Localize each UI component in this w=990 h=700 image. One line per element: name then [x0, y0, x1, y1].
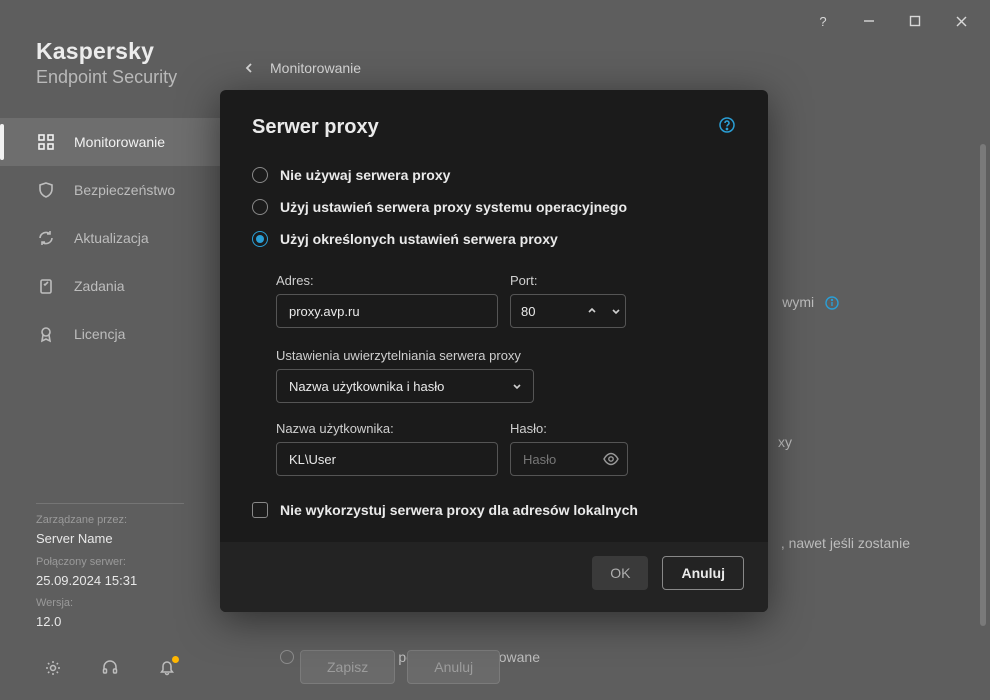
port-input[interactable] — [521, 304, 581, 319]
port-spinner[interactable] — [510, 294, 626, 328]
checkbox-icon — [252, 502, 268, 518]
radio-system-proxy[interactable]: Użyj ustawień serwera proxy systemu oper… — [252, 191, 736, 223]
port-label: Port: — [510, 273, 626, 288]
address-input[interactable] — [276, 294, 498, 328]
password-label: Hasło: — [510, 421, 628, 436]
radio-no-proxy[interactable]: Nie używaj serwera proxy — [252, 159, 736, 191]
proxy-modal: Serwer proxy Nie używaj serwera proxy Uż… — [220, 90, 768, 612]
radio-icon — [252, 231, 268, 247]
bypass-local-checkbox-row[interactable]: Nie wykorzystuj serwera proxy dla adresó… — [252, 502, 736, 518]
auth-select[interactable]: Nazwa użytkownika i hasło — [276, 369, 534, 403]
auth-select-value: Nazwa użytkownika i hasło — [289, 379, 444, 394]
radio-custom-proxy[interactable]: Użyj określonych ustawień serwera proxy — [252, 223, 736, 255]
username-label: Nazwa użytkownika: — [276, 421, 498, 436]
port-down-icon[interactable] — [605, 300, 627, 322]
eye-icon[interactable] — [602, 450, 620, 473]
modal-ok-button[interactable]: OK — [592, 556, 648, 590]
radio-label: Nie używaj serwera proxy — [280, 167, 450, 183]
auth-label: Ustawienia uwierzytelniania serwera prox… — [276, 348, 736, 363]
modal-help-icon[interactable] — [718, 116, 736, 139]
username-input[interactable] — [276, 442, 498, 476]
modal-overlay: Serwer proxy Nie używaj serwera proxy Uż… — [0, 0, 990, 700]
bypass-local-label: Nie wykorzystuj serwera proxy dla adresó… — [280, 502, 638, 518]
radio-icon — [252, 199, 268, 215]
radio-label: Użyj ustawień serwera proxy systemu oper… — [280, 199, 627, 215]
modal-cancel-button[interactable]: Anuluj — [662, 556, 744, 590]
address-label: Adres: — [276, 273, 498, 288]
port-up-icon[interactable] — [581, 300, 603, 322]
chevron-down-icon — [511, 380, 523, 392]
radio-icon — [252, 167, 268, 183]
radio-label: Użyj określonych ustawień serwera proxy — [280, 231, 558, 247]
modal-title: Serwer proxy — [252, 116, 379, 139]
